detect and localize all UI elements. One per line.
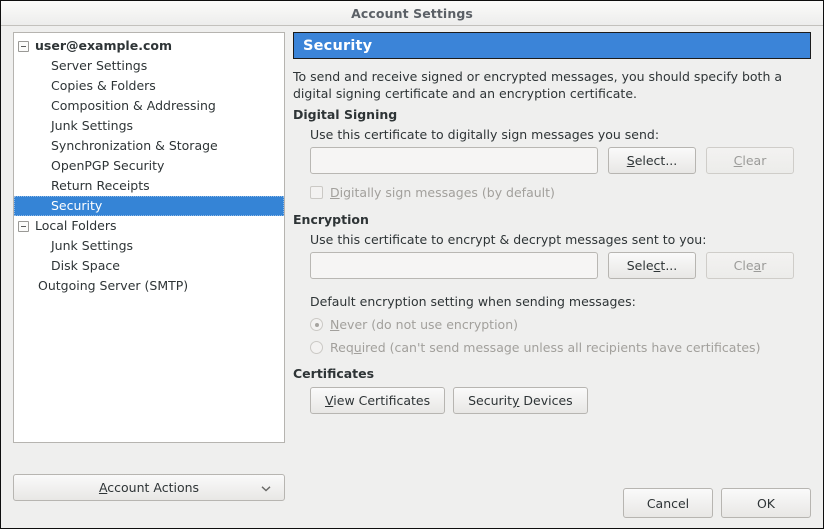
signing-certificate-input[interactable] xyxy=(310,147,598,174)
tree-item-label: Return Receipts xyxy=(51,178,150,193)
encryption-heading: Encryption xyxy=(293,212,369,227)
tree-item-copies-folders[interactable]: Copies & Folders xyxy=(14,76,284,96)
digital-signing-heading: Digital Signing xyxy=(293,107,398,122)
certificates-group: View Certificates Security Devices xyxy=(293,387,811,414)
tree-item-security[interactable]: Security xyxy=(14,196,284,216)
signing-cert-row: Select... Clear xyxy=(310,147,811,174)
account-tree-panel: user@example.com Server Settings Copies & … xyxy=(13,32,285,443)
tree-item-label: user@example.com xyxy=(35,38,172,53)
signing-select-button[interactable]: Select... xyxy=(608,147,696,174)
tree-item-outgoing-server-smtp[interactable]: Outgoing Server (SMTP) xyxy=(14,276,284,296)
tree-item-disk-space[interactable]: Disk Space xyxy=(14,256,284,276)
tree-item-label: Junk Settings xyxy=(51,118,134,133)
radio-icon[interactable] xyxy=(310,341,323,354)
encryption-certificate-input[interactable] xyxy=(310,252,598,279)
encryption-cert-label: Use this certificate to encrypt & decryp… xyxy=(310,232,707,247)
view-certificates-button[interactable]: View Certificates xyxy=(310,387,446,414)
tree-item-openpgp-security[interactable]: OpenPGP Security xyxy=(14,156,284,176)
account-tree[interactable]: user@example.com Server Settings Copies & … xyxy=(14,33,284,296)
tree-item-label: Junk Settings xyxy=(51,238,134,253)
page-title: Security xyxy=(293,32,811,59)
tree-expander-collapse-icon[interactable] xyxy=(18,40,29,52)
encryption-option-required[interactable]: Required (can't send message unless all … xyxy=(310,340,811,355)
tree-item-label: Composition & Addressing xyxy=(51,98,216,113)
account-settings-window: Account Settings user@example.com Server … xyxy=(0,0,824,529)
certificates-heading: Certificates xyxy=(293,366,375,381)
page-intro-text: To send and receive signed or encrypted … xyxy=(293,69,783,101)
tree-item-label: Security xyxy=(51,198,103,213)
tree-item-local-folders[interactable]: Local Folders xyxy=(14,216,284,236)
dialog-body: user@example.com Server Settings Copies & … xyxy=(1,26,823,528)
tree-expander-collapse-icon[interactable] xyxy=(18,220,29,232)
tree-item-user-example-com[interactable]: user@example.com xyxy=(14,36,284,56)
chevron-down-icon xyxy=(261,483,271,492)
window-titlebar: Account Settings xyxy=(1,1,823,26)
tree-item-junk-settings[interactable]: Junk Settings xyxy=(14,116,284,136)
window-title: Account Settings xyxy=(351,5,473,21)
encryption-cert-row: Select... Clear xyxy=(310,252,811,279)
account-actions-label: Account Actions xyxy=(98,480,200,495)
digital-signing-group: Use this certificate to digitally sign m… xyxy=(293,127,811,200)
encryption-option-never-label: Never (do not use encryption) xyxy=(330,317,519,332)
encryption-option-required-label: Required (can't send message unless all … xyxy=(330,340,761,355)
signing-clear-button[interactable]: Clear xyxy=(706,147,794,174)
account-actions-button[interactable]: Account Actions xyxy=(13,474,285,501)
tree-item-label: Local Folders xyxy=(35,218,117,233)
certificates-buttons-row: View Certificates Security Devices xyxy=(310,387,811,414)
encryption-clear-button[interactable]: Clear xyxy=(706,252,794,279)
dialog-action-buttons: Cancel OK xyxy=(623,488,811,518)
tree-item-label: Disk Space xyxy=(51,258,120,273)
digitally-sign-checkbox-label: Digitally sign messages (by default) xyxy=(330,185,555,200)
tree-item-label: Server Settings xyxy=(51,58,148,73)
default-encryption-label: Default encryption setting when sending … xyxy=(310,294,636,309)
tree-item-server-settings[interactable]: Server Settings xyxy=(14,56,284,76)
tree-item-label: Synchronization & Storage xyxy=(51,138,218,153)
cancel-button[interactable]: Cancel xyxy=(623,488,713,518)
signing-cert-label: Use this certificate to digitally sign m… xyxy=(310,127,660,142)
digitally-sign-checkbox-row[interactable]: Digitally sign messages (by default) xyxy=(310,185,811,200)
encryption-select-button[interactable]: Select... xyxy=(608,252,696,279)
tree-item-return-receipts[interactable]: Return Receipts xyxy=(14,176,284,196)
tree-item-synchronization-storage[interactable]: Synchronization & Storage xyxy=(14,136,284,156)
encryption-option-never[interactable]: Never (do not use encryption) xyxy=(310,317,811,332)
tree-item-label: Copies & Folders xyxy=(51,78,156,93)
security-devices-button[interactable]: Security Devices xyxy=(453,387,588,414)
tree-item-label: OpenPGP Security xyxy=(51,158,165,173)
tree-item-composition-addressing[interactable]: Composition & Addressing xyxy=(14,96,284,116)
ok-button[interactable]: OK xyxy=(721,488,811,518)
encryption-group: Use this certificate to encrypt & decryp… xyxy=(293,232,811,355)
checkbox-icon[interactable] xyxy=(310,186,323,199)
security-page: Security To send and receive signed or e… xyxy=(293,32,811,440)
radio-icon[interactable] xyxy=(310,318,323,331)
tree-item-junk-settings[interactable]: Junk Settings xyxy=(14,236,284,256)
tree-item-label: Outgoing Server (SMTP) xyxy=(38,278,189,293)
